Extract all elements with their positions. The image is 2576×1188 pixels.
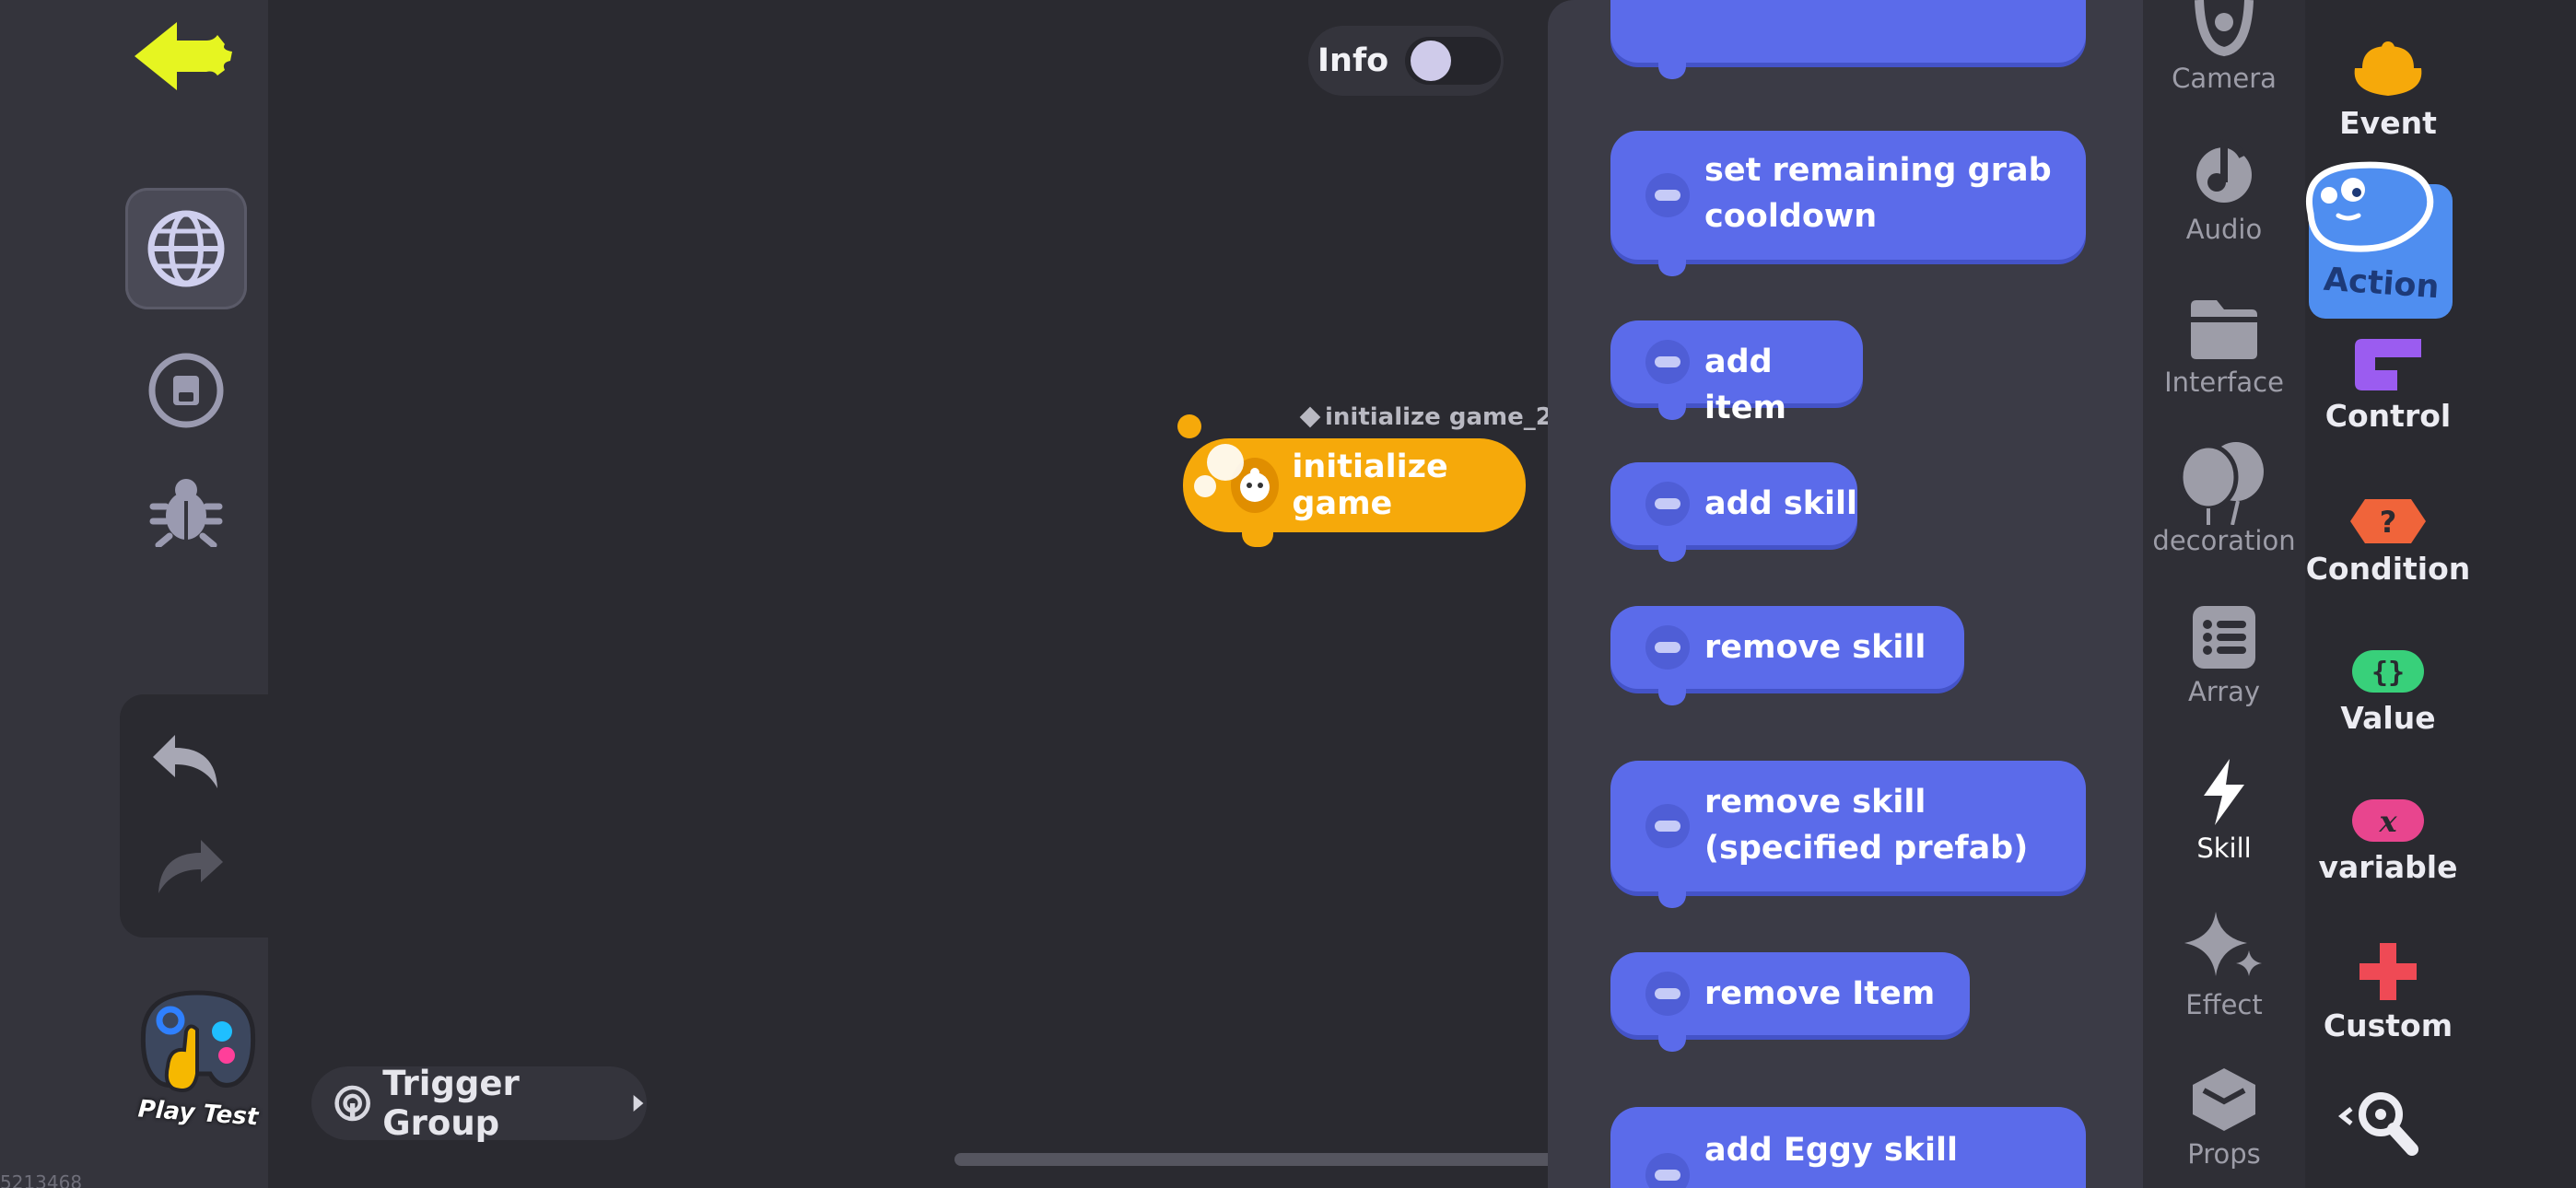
bug-icon	[149, 479, 223, 547]
trigger-group-button[interactable]: Trigger Group	[311, 1064, 647, 1143]
value-icon: {}	[2352, 650, 2424, 693]
info-switch[interactable]	[1405, 37, 1502, 85]
action-block-icon	[1645, 1153, 1690, 1188]
svg-text:?: ?	[2380, 505, 2397, 540]
save-button[interactable]	[146, 350, 227, 431]
subcat-camera[interactable]: Camera	[2143, 0, 2305, 94]
box-icon	[2193, 1068, 2255, 1131]
action-block-icon	[1645, 173, 1690, 217]
trigger-group-label: Trigger Group	[382, 1064, 520, 1143]
zoom-search-icon	[2337, 1092, 2418, 1156]
event-block-tab	[1242, 525, 1273, 547]
switch-knob	[1411, 41, 1452, 81]
action-icon	[2298, 158, 2436, 262]
initialize-game-block[interactable]: initialize game	[1183, 438, 1526, 532]
redo-button[interactable]	[147, 833, 228, 903]
action-block[interactable]: add item	[1610, 320, 1863, 426]
action-block-label: add skill	[1704, 485, 1858, 522]
category-condition[interactable]: ? Condition	[2305, 497, 2471, 587]
category-variable[interactable]: x variable	[2305, 798, 2471, 885]
globe-button[interactable]	[125, 188, 247, 309]
folder-icon	[2191, 300, 2257, 359]
action-block-label: add Eggy skill	[1704, 1132, 1959, 1169]
action-block-icon	[1645, 804, 1690, 848]
event-decoration	[1194, 475, 1216, 497]
event-block-name: initialize game_2	[1299, 403, 1552, 431]
action-block[interactable]: remove Item	[1610, 952, 1970, 1052]
action-block-label: remove Item	[1704, 975, 1936, 1012]
music-note-icon	[2196, 139, 2252, 203]
variable-icon: x	[2352, 799, 2424, 842]
event-decoration	[1207, 444, 1244, 481]
globe-icon	[147, 210, 225, 287]
action-block-icon	[1645, 625, 1690, 670]
subcat-skill[interactable]: Skill	[2143, 757, 2305, 864]
event-icon	[2354, 41, 2422, 96]
category-event[interactable]: Event	[2305, 41, 2471, 141]
action-block-icon	[1645, 972, 1690, 1016]
lightning-icon	[2204, 759, 2244, 825]
subcategory-column: Camera Audio Interface decoration Array …	[2143, 0, 2305, 1188]
corner-id-text: 5213468	[0, 1171, 83, 1188]
event-block-label: initialize game	[1292, 448, 1448, 522]
camera-icon	[2195, 0, 2254, 57]
broadcast-icon	[334, 1085, 370, 1122]
horizontal-scrollbar[interactable]	[954, 1153, 1622, 1166]
zoom-button[interactable]	[2337, 1089, 2427, 1159]
action-block-label: remove skill (specified prefab)	[1704, 784, 2029, 867]
category-control[interactable]: Control	[2305, 337, 2471, 434]
diamond-icon	[1299, 406, 1321, 428]
subcat-props[interactable]: Props	[2143, 1066, 2305, 1170]
block-palette: set remaining grab cooldown add item add …	[1548, 0, 2143, 1188]
control-icon	[2355, 339, 2421, 390]
event-bubble	[1177, 414, 1201, 438]
condition-icon: ?	[2350, 499, 2426, 543]
action-block-label: set remaining grab cooldown	[1704, 152, 2052, 235]
action-block[interactable]: remove skill (specified prefab)	[1610, 761, 2086, 908]
plus-icon	[2359, 943, 2417, 1000]
action-block-icon	[1645, 482, 1690, 526]
save-icon	[148, 353, 224, 428]
redo-icon	[158, 840, 223, 893]
undo-icon	[153, 735, 217, 788]
action-block[interactable]: add skill	[1610, 462, 1858, 562]
subcat-audio[interactable]: Audio	[2143, 134, 2305, 245]
info-label: Info	[1317, 42, 1389, 79]
subcat-decoration[interactable]: decoration	[2143, 440, 2305, 556]
action-block-partial[interactable]	[1610, 0, 2086, 79]
svg-text:{}: {}	[2371, 657, 2405, 689]
action-block-icon	[1645, 340, 1690, 384]
action-block[interactable]: remove skill	[1610, 606, 1964, 705]
chevron-right-icon	[633, 1095, 644, 1112]
subcat-effect[interactable]: Effect	[2143, 910, 2305, 1020]
action-block[interactable]: set remaining grab cooldown	[1610, 131, 2086, 276]
list-icon	[2193, 606, 2255, 669]
action-block-label: remove skill	[1704, 629, 1926, 666]
balloons-icon	[2178, 442, 2264, 525]
undo-button[interactable]	[147, 728, 228, 798]
svg-text:x: x	[2378, 804, 2397, 839]
info-toggle[interactable]: Info	[1308, 26, 1504, 96]
category-custom[interactable]: Custom	[2305, 941, 2471, 1043]
subcat-array[interactable]: Array	[2143, 604, 2305, 707]
debug-button[interactable]	[147, 473, 225, 547]
back-arrow-icon[interactable]	[129, 15, 240, 98]
category-value[interactable]: {} Value	[2305, 648, 2471, 736]
play-test-button[interactable]: Play Test	[129, 982, 267, 1144]
sparkle-icon	[2184, 912, 2262, 976]
action-block[interactable]: add Eggy skill	[1610, 1107, 2086, 1188]
subcat-interface[interactable]: Interface	[2143, 297, 2305, 398]
action-block-label: add item	[1704, 344, 1786, 426]
